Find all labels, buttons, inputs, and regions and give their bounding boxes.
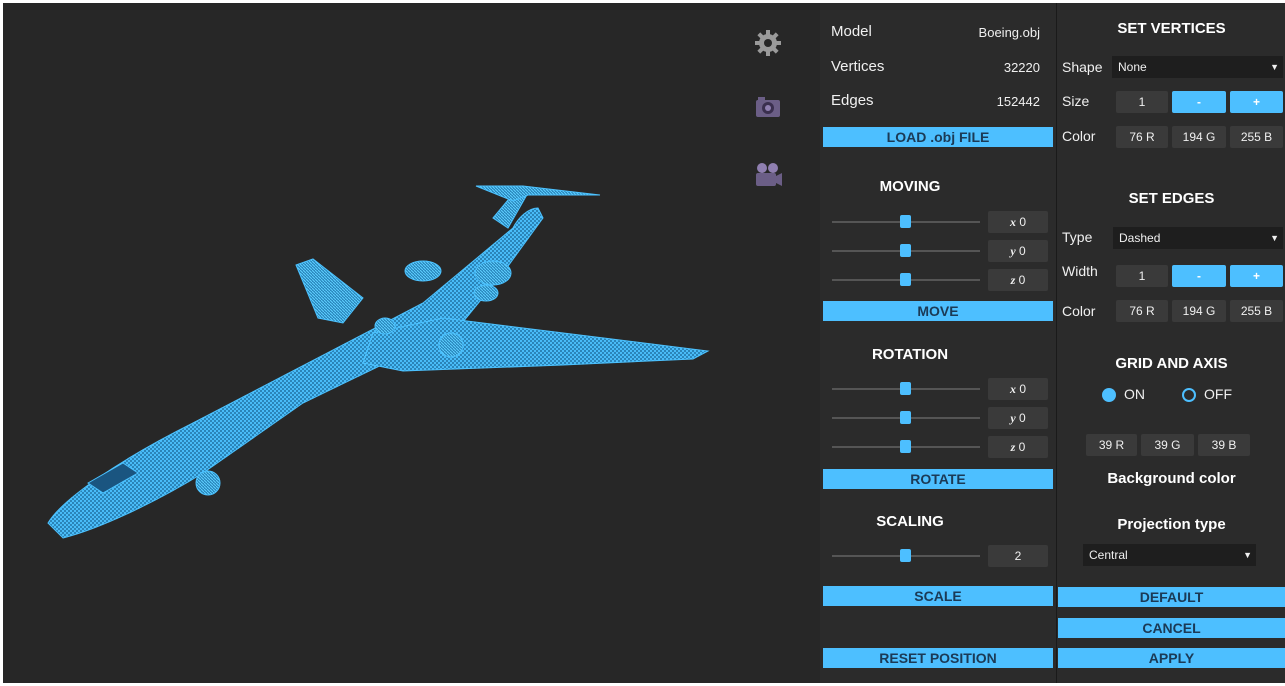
move-x-value-text: 0 (1019, 215, 1027, 229)
move-y-value-text: 0 (1018, 244, 1026, 258)
model-label: Model (831, 23, 872, 40)
shape-label: Shape (1062, 59, 1103, 75)
moving-sliders: x 0 y 0 z 0 (832, 211, 1052, 301)
rotate-y-axis-letter: y (1010, 411, 1016, 425)
rotate-y-value[interactable]: y 0 (988, 407, 1048, 429)
radio-unselected-icon (1182, 388, 1196, 402)
grid-on-radio[interactable]: ON (1102, 386, 1172, 406)
edge-color-g[interactable]: 194 G (1172, 300, 1226, 322)
vertex-size-plus-button[interactable]: + (1230, 91, 1283, 113)
grid-off-label: OFF (1204, 386, 1232, 402)
model-filename: Boeing.obj (978, 25, 1040, 40)
vertex-color-r[interactable]: 76 R (1116, 126, 1168, 148)
apply-button[interactable]: APPLY (1058, 648, 1285, 668)
edge-width-plus-button[interactable]: + (1230, 265, 1283, 287)
edge-color-b[interactable]: 255 B (1230, 300, 1283, 322)
edge-type-select[interactable]: Dashed ▼ (1113, 227, 1283, 249)
edge-width-minus-button[interactable]: - (1172, 265, 1226, 287)
move-z-thumb[interactable] (900, 273, 911, 286)
radio-selected-icon (1102, 388, 1116, 402)
settings-panel: SET VERTICES Shape None ▼ Size 1 - + Colo… (1056, 3, 1285, 683)
vertex-size-minus-button[interactable]: - (1172, 91, 1226, 113)
dropdown-arrow-icon: ▼ (1270, 233, 1279, 243)
default-button[interactable]: DEFAULT (1058, 587, 1285, 607)
move-z-value-text: 0 (1018, 273, 1026, 287)
scale-value[interactable]: 2 (988, 545, 1048, 567)
grid-axis-title: GRID AND AXIS (1115, 355, 1228, 372)
move-button[interactable]: MOVE (823, 301, 1053, 321)
scale-button[interactable]: SCALE (823, 586, 1053, 606)
moving-title: MOVING (879, 178, 941, 195)
rotation-sliders: x 0 y 0 z 0 (832, 378, 1052, 468)
rotate-y-value-text: 0 (1018, 411, 1026, 425)
camera-icon[interactable] (753, 92, 783, 122)
type-label: Type (1062, 229, 1093, 245)
rotate-y-thumb[interactable] (900, 411, 911, 424)
transform-panel: Model Boeing.obj Vertices 32220 Edges 15… (820, 3, 1056, 683)
rotate-z-thumb[interactable] (900, 440, 911, 453)
dropdown-arrow-icon: ▼ (1243, 550, 1252, 560)
scaling-title: SCALING (876, 513, 944, 530)
vertices-label: Vertices (831, 58, 885, 75)
scale-thumb[interactable] (900, 549, 911, 562)
move-y-value[interactable]: y 0 (988, 240, 1048, 262)
vertex-color-b[interactable]: 255 B (1230, 126, 1283, 148)
rotate-x-axis-letter: x (1009, 382, 1016, 396)
bg-color-g[interactable]: 39 G (1141, 434, 1194, 456)
edge-type-select-value: Dashed (1119, 231, 1161, 245)
move-z-axis-letter: z (1010, 273, 1016, 287)
dropdown-arrow-icon: ▼ (1270, 62, 1279, 72)
load-obj-button[interactable]: LOAD .obj FILE (823, 127, 1053, 147)
grid-on-label: ON (1124, 386, 1145, 402)
viewport-3d[interactable] (3, 3, 820, 683)
move-x-value[interactable]: x 0 (988, 211, 1048, 233)
video-camera-icon[interactable] (753, 160, 783, 190)
move-z-value[interactable]: z 0 (988, 269, 1048, 291)
rotate-z-axis-letter: z (1010, 440, 1016, 454)
projection-select-value: Central (1089, 548, 1128, 562)
edge-width-value[interactable]: 1 (1116, 265, 1168, 287)
edges-count: 152442 (996, 94, 1040, 109)
vertex-color-g[interactable]: 194 G (1172, 126, 1226, 148)
rotate-z-value-text: 0 (1018, 440, 1026, 454)
edge-color-label: Color (1062, 303, 1096, 319)
rotate-z-value[interactable]: z 0 (988, 436, 1048, 458)
move-x-axis-letter: x (1009, 215, 1016, 229)
move-x-thumb[interactable] (900, 215, 911, 228)
reset-position-button[interactable]: RESET POSITION (823, 648, 1053, 668)
vertex-color-label: Color (1062, 128, 1096, 144)
vertex-size-value[interactable]: 1 (1116, 91, 1168, 113)
size-label: Size (1062, 93, 1090, 109)
set-edges-title: SET EDGES (1128, 190, 1215, 207)
background-color-label: Background color (1107, 470, 1236, 487)
shape-select-value: None (1118, 60, 1147, 74)
shape-select[interactable]: None ▼ (1112, 56, 1283, 78)
grid-off-radio[interactable]: OFF (1182, 386, 1252, 406)
set-vertices-title: SET VERTICES (1117, 20, 1226, 37)
width-label: Width (1062, 263, 1098, 279)
cancel-button[interactable]: CANCEL (1058, 618, 1285, 638)
bg-color-r[interactable]: 39 R (1086, 434, 1137, 456)
gear-icon[interactable] (753, 28, 783, 58)
rotation-title: ROTATION (871, 346, 949, 363)
rotate-x-thumb[interactable] (900, 382, 911, 395)
bg-color-b[interactable]: 39 B (1198, 434, 1250, 456)
move-y-axis-letter: y (1010, 244, 1016, 258)
edges-label: Edges (831, 92, 874, 109)
vertices-count: 32220 (1003, 60, 1040, 75)
projection-title: Projection type (1117, 516, 1226, 533)
rotate-button[interactable]: ROTATE (823, 469, 1053, 489)
move-y-thumb[interactable] (900, 244, 911, 257)
airplane-wireframe-model (47, 185, 710, 539)
rotate-x-value[interactable]: x 0 (988, 378, 1048, 400)
rotate-x-value-text: 0 (1019, 382, 1027, 396)
projection-select[interactable]: Central ▼ (1083, 544, 1256, 566)
edge-color-r[interactable]: 76 R (1116, 300, 1168, 322)
